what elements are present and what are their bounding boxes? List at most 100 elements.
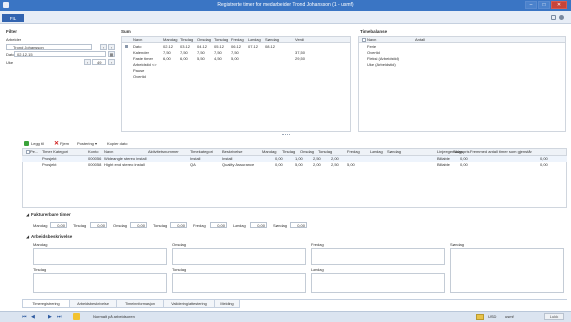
time-balance-select-all[interactable] [362, 38, 366, 42]
settings-icon[interactable] [559, 15, 564, 20]
time-balance-row[interactable]: Ferie [367, 45, 376, 49]
work-desc-title: Arbeidsbeskrivelse [31, 234, 73, 239]
sum-cell: 7,50 [163, 50, 171, 55]
first-record-icon[interactable]: ⏮ [22, 314, 27, 320]
date-field[interactable]: 02.12.15 [14, 51, 106, 57]
tab-message[interactable]: Melding [214, 300, 240, 308]
tab-validation[interactable]: Validering/attestering [163, 300, 215, 308]
splitter-handle[interactable] [282, 134, 290, 136]
minimize-button[interactable]: – [525, 1, 537, 9]
tab-work-description[interactable]: Arbeidsbeskrivelse [69, 300, 117, 308]
lines-column-header: Tirsdag [282, 149, 296, 154]
time-balance-grid [358, 36, 566, 132]
unbilled-day-field[interactable]: 0,00 [210, 222, 227, 228]
add-button[interactable]: Legg til [24, 139, 44, 147]
status-company[interactable]: usmf [505, 315, 514, 319]
time-balance-row[interactable]: Uke (Arbeidstid) [367, 63, 396, 67]
lines-column-header: Fremmed antall timer som gjenstår [470, 149, 532, 154]
tab-time-information[interactable]: Timeinnformasjon [116, 300, 164, 308]
work-desc-label: Lørdag [311, 267, 324, 272]
unbilled-day-field[interactable]: 0,00 [250, 222, 267, 228]
sum-cell: 7,50 [214, 50, 222, 55]
unbilled-day-value: 0,00 [97, 223, 105, 228]
help-icon[interactable] [551, 15, 556, 20]
employee-value: Trond Johansson [13, 45, 44, 50]
sum-column-header: Torsdag [214, 37, 229, 42]
unbilled-day-field[interactable]: 0,00 [290, 222, 307, 228]
lines-column-header: Navn [104, 149, 114, 154]
sum-cell: 6,00 [163, 56, 171, 61]
sum-cell: Kalender [133, 50, 150, 55]
next-record-icon[interactable]: ▶ [48, 314, 52, 320]
unbilled-day-field[interactable]: 0,00 [130, 222, 147, 228]
lines-toolbar: Legg til ✕ Fjern Postering ▾ Kopier dato [22, 139, 567, 147]
time-balance-row[interactable]: Fleksi (Arbeidstid) [367, 57, 399, 61]
title-bar: Registrerte timer for medarbeider Trond … [0, 0, 571, 11]
window-title: Registrerte timer for medarbeider Trond … [217, 2, 354, 8]
unbilled-day-field[interactable]: 0,00 [170, 222, 187, 228]
lines-cell: 0,00 [275, 156, 283, 161]
unbilled-collapse-icon[interactable]: ◢ [26, 213, 29, 217]
close-button[interactable]: ✕ [551, 1, 567, 9]
lines-cell: 5,00 [347, 162, 355, 167]
employee-field[interactable]: Trond Johansson [6, 44, 92, 50]
unbilled-day-label: Onsdag [113, 223, 128, 228]
maximize-button[interactable]: □ [538, 1, 550, 9]
status-alert-icon[interactable] [476, 314, 484, 320]
work-desc-monday-field[interactable] [33, 248, 167, 265]
tab-time-registration[interactable]: Timeregistrering [22, 300, 70, 308]
sum-cell: 06.12 [231, 44, 242, 49]
copy-date-button[interactable]: Kopier dato [107, 139, 127, 147]
unbilled-day-field[interactable]: 0,00 [90, 222, 107, 228]
work-desc-collapse-icon[interactable]: ◢ [26, 235, 29, 239]
lines-cell: Prosjekt [42, 156, 57, 161]
time-balance-col-name: Navn [367, 37, 377, 42]
close-form-label: Lukk [549, 314, 559, 319]
week-value: 49 [97, 60, 102, 65]
sum-column-header: Lørdag [248, 37, 261, 42]
work-desc-friday-field[interactable] [311, 248, 445, 265]
time-balance-title: Timebalanse [360, 29, 388, 34]
unbilled-day-label: Mandag [33, 223, 48, 228]
week-field[interactable]: 49 [92, 59, 106, 65]
sum-cell: 5,00 [231, 56, 239, 61]
unbilled-day-value: 0,00 [177, 223, 185, 228]
time-balance-row[interactable]: Overtid [367, 51, 380, 55]
calendar-icon[interactable]: ▦ [108, 51, 115, 57]
work-desc-saturday-field[interactable] [311, 273, 445, 293]
ribbon [0, 11, 571, 24]
sum-column-header: Fredag [231, 37, 244, 42]
employee-prev-button[interactable]: ‹ [100, 44, 107, 50]
sum-cell: Overtid [133, 74, 146, 79]
posting-button[interactable]: Postering ▾ [77, 139, 97, 147]
lines-column-header: Timer Kategori [42, 149, 69, 154]
status-currency[interactable]: USD [488, 315, 496, 319]
work-desc-sunday-field[interactable] [450, 248, 564, 293]
file-tab[interactable]: FIL [2, 14, 24, 22]
week-prev-button[interactable]: ‹ [84, 59, 91, 65]
employee-next-button[interactable]: › [108, 44, 115, 50]
unbilled-day-label: Søndag [273, 223, 288, 228]
status-bar [0, 311, 571, 322]
close-form-button[interactable]: Lukk [544, 313, 564, 320]
lines-cell: 5,00 [295, 162, 303, 167]
work-desc-thursday-field[interactable] [172, 273, 306, 293]
prev-record-icon[interactable]: ◀ [31, 314, 35, 320]
work-desc-wednesday-field[interactable] [172, 248, 306, 265]
delete-button[interactable]: ✕ Fjern [54, 139, 69, 147]
unbilled-day-label: Lørdag [233, 223, 246, 228]
last-record-icon[interactable]: ⏭ [57, 314, 62, 320]
sum-cell: 5,50 [197, 56, 205, 61]
sum-row-marker [125, 45, 128, 48]
sum-cell: 7,50 [197, 50, 205, 55]
week-label: Uke [6, 60, 14, 65]
sum-title: Sum [121, 29, 131, 34]
work-desc-tuesday-field[interactable] [33, 273, 167, 293]
lines-column-header: Søndag [387, 149, 402, 154]
sum-cell: 6,00 [180, 56, 188, 61]
week-next-button[interactable]: › [108, 59, 115, 65]
lines-cell: Billable [437, 156, 450, 161]
edit-pencil-icon[interactable] [73, 313, 80, 320]
sum-cell: Arbeidstid <> [133, 62, 157, 67]
unbilled-day-field[interactable]: 0,00 [50, 222, 67, 228]
